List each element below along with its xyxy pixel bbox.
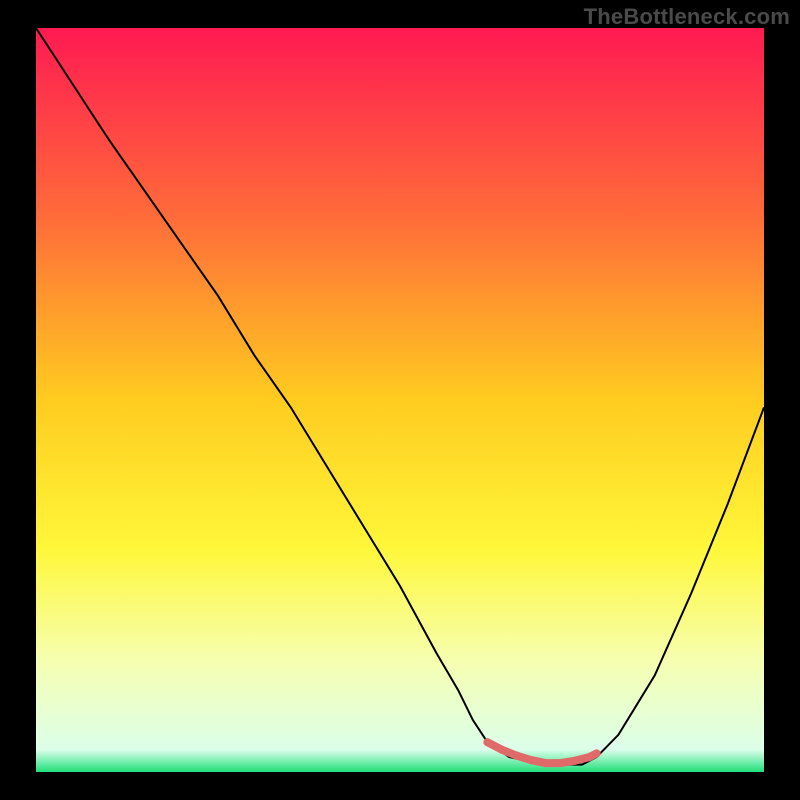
sweet-spot-dot bbox=[585, 753, 593, 761]
plot-area bbox=[36, 28, 764, 772]
sweet-spot-dot bbox=[593, 749, 601, 757]
sweet-spot-dot bbox=[498, 746, 506, 754]
sweet-spot-dot bbox=[542, 759, 550, 767]
sweet-spot-dot bbox=[513, 752, 521, 760]
bottleneck-curve-chart bbox=[36, 28, 764, 772]
sweet-spot-dot bbox=[527, 756, 535, 764]
sweet-spot-dot bbox=[483, 738, 491, 746]
watermark-text: TheBottleneck.com bbox=[584, 4, 790, 30]
sweet-spot-dot bbox=[556, 759, 564, 767]
sweet-spot-dot bbox=[571, 757, 579, 765]
chart-frame: TheBottleneck.com bbox=[0, 0, 800, 800]
gradient-background bbox=[36, 28, 764, 772]
